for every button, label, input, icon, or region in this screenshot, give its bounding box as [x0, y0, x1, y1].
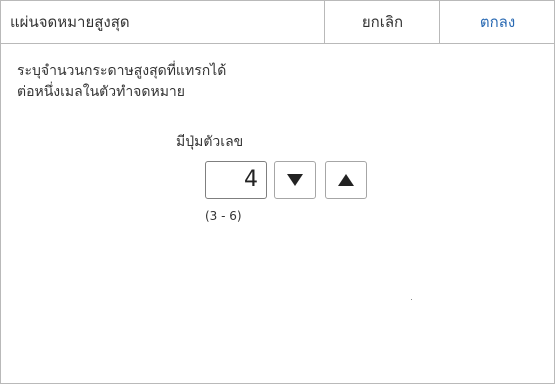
increment-button[interactable] — [325, 161, 367, 199]
dialog-title: แผ่นจดหมายสูงสุด — [10, 13, 130, 31]
decrement-button[interactable] — [274, 161, 316, 199]
value-range-hint: (3 - 6) — [205, 209, 242, 223]
ok-button[interactable]: ตกลง — [439, 1, 555, 43]
numeric-keypad-label: มีปุ่มตัวเลข — [176, 134, 244, 150]
triangle-up-icon — [338, 174, 354, 186]
triangle-down-icon — [287, 174, 303, 186]
cancel-button-label: ยกเลิก — [361, 13, 404, 31]
description-line-2: ต่อหนึ่งเมลในตัวทำจดหมาย — [17, 84, 185, 100]
description-line-1: ระบุจำนวนกระดาษสูงสุดที่แทรกได้ — [17, 63, 227, 79]
screen-speck — [411, 299, 412, 300]
dialog-header: แผ่นจดหมายสูงสุด ยกเลิก ตกลง — [1, 1, 554, 44]
dialog: แผ่นจดหมายสูงสุด ยกเลิก ตกลง ระบุจำนวนกร… — [0, 0, 555, 384]
quantity-input[interactable]: 4 — [205, 161, 267, 199]
cancel-button[interactable]: ยกเลิก — [324, 1, 440, 43]
ok-button-label: ตกลง — [479, 13, 516, 31]
description: ระบุจำนวนกระดาษสูงสุดที่แทรกได้ ต่อหนึ่ง… — [17, 61, 226, 103]
